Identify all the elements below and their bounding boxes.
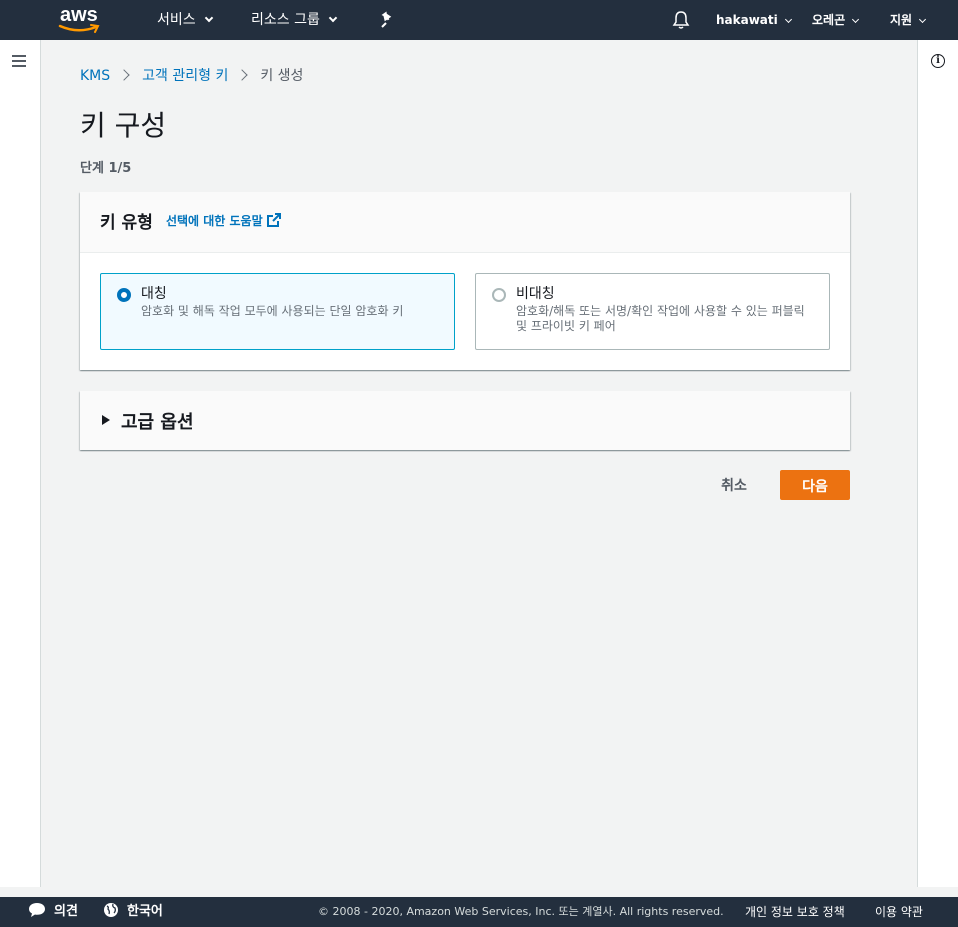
breadcrumb-current: 키 생성: [260, 68, 304, 84]
resource-groups-menu[interactable]: 리소스 그룹: [251, 0, 338, 40]
chevron-down-icon: [852, 15, 860, 24]
language-selector[interactable]: 한국어: [103, 897, 163, 927]
feedback-label: 의견: [54, 904, 78, 919]
symmetric-key-option[interactable]: 대칭 암호화 및 해독 작업 모두에 사용되는 단일 암호화 키: [100, 273, 455, 350]
option-description: 암호화/해독 또는 서명/확인 작업에 사용할 수 있는 퍼블릭 및 프라이빗 …: [516, 304, 805, 333]
breadcrumb-customer-managed-keys[interactable]: 고객 관리형 키: [142, 68, 228, 84]
cancel-button[interactable]: 취소: [702, 470, 766, 500]
breadcrumb-kms[interactable]: KMS: [80, 68, 110, 84]
advanced-options-title: 고급 옵션: [121, 412, 194, 433]
right-tools-rail: i: [917, 40, 958, 887]
chevron-right-icon: [236, 69, 249, 81]
region-label: 오레곤: [812, 13, 846, 27]
chevron-down-icon: [328, 13, 338, 23]
option-description: 암호화 및 해독 작업 모두에 사용되는 단일 암호화 키: [141, 304, 404, 318]
step-indicator: 단계 1/5: [80, 161, 132, 176]
resource-groups-label: 리소스 그룹: [251, 12, 320, 28]
key-type-panel: 키 유형 선택에 대한 도움말 대칭 암호화 및 해독 작업 모두에 사용되는 …: [80, 192, 850, 370]
caret-right-icon: [102, 415, 110, 425]
menu-hamburger-icon[interactable]: [12, 55, 28, 67]
privacy-policy-link[interactable]: 개인 정보 보호 정책: [745, 897, 845, 927]
copyright-text: © 2008 - 2020, Amazon Web Services, Inc.…: [318, 905, 724, 918]
language-label: 한국어: [127, 904, 163, 919]
support-menu[interactable]: 지원: [890, 0, 927, 40]
help-link-label: 선택에 대한 도움말: [165, 214, 263, 228]
feedback-link[interactable]: 의견: [28, 897, 78, 927]
pin-icon[interactable]: [380, 11, 396, 29]
advanced-options-expander[interactable]: 고급 옵션: [80, 391, 850, 450]
notifications-bell-icon[interactable]: [672, 10, 690, 30]
chevron-down-icon: [784, 15, 792, 24]
chevron-down-icon: [204, 13, 213, 23]
services-label: 서비스: [157, 12, 196, 28]
region-menu[interactable]: 오레곤: [812, 0, 860, 40]
page-title: 키 구성: [80, 109, 167, 142]
left-navigation-rail: [0, 40, 41, 887]
breadcrumb: KMS 고객 관리형 키 키 생성: [80, 66, 303, 86]
chevron-down-icon: [919, 15, 927, 24]
option-label: 대칭: [141, 286, 167, 302]
chevron-right-icon: [118, 69, 130, 81]
footer: 의견 한국어 © 2008 - 2020, Amazon Web Service…: [0, 897, 958, 927]
panel-title: 키 유형: [100, 213, 153, 233]
speech-bubble-icon: [29, 903, 45, 917]
account-label: hakawati: [716, 13, 778, 27]
panel-header: 키 유형 선택에 대한 도움말: [80, 192, 850, 253]
next-button[interactable]: 다음: [780, 470, 850, 500]
radio-selected[interactable]: [117, 288, 131, 302]
globe-icon: [104, 903, 118, 917]
aws-logo[interactable]: aws: [58, 4, 104, 34]
services-menu[interactable]: 서비스: [157, 0, 213, 40]
top-navigation: aws 서비스 리소스 그룹 hakawati 오레곤 지원: [0, 0, 958, 40]
account-menu[interactable]: hakawati: [716, 0, 792, 40]
terms-of-use-link[interactable]: 이용 약관: [875, 897, 923, 927]
aws-smile-icon: [58, 24, 100, 33]
support-label: 지원: [890, 13, 913, 27]
external-link-icon: [266, 213, 281, 227]
radio-unselected[interactable]: [492, 288, 506, 302]
asymmetric-key-option[interactable]: 비대칭 암호화/해독 또는 서명/확인 작업에 사용할 수 있는 퍼블릭 및 프…: [475, 273, 830, 350]
option-label: 비대칭: [516, 286, 555, 302]
info-icon[interactable]: i: [931, 54, 945, 68]
help-link[interactable]: 선택에 대한 도움말: [166, 212, 281, 229]
